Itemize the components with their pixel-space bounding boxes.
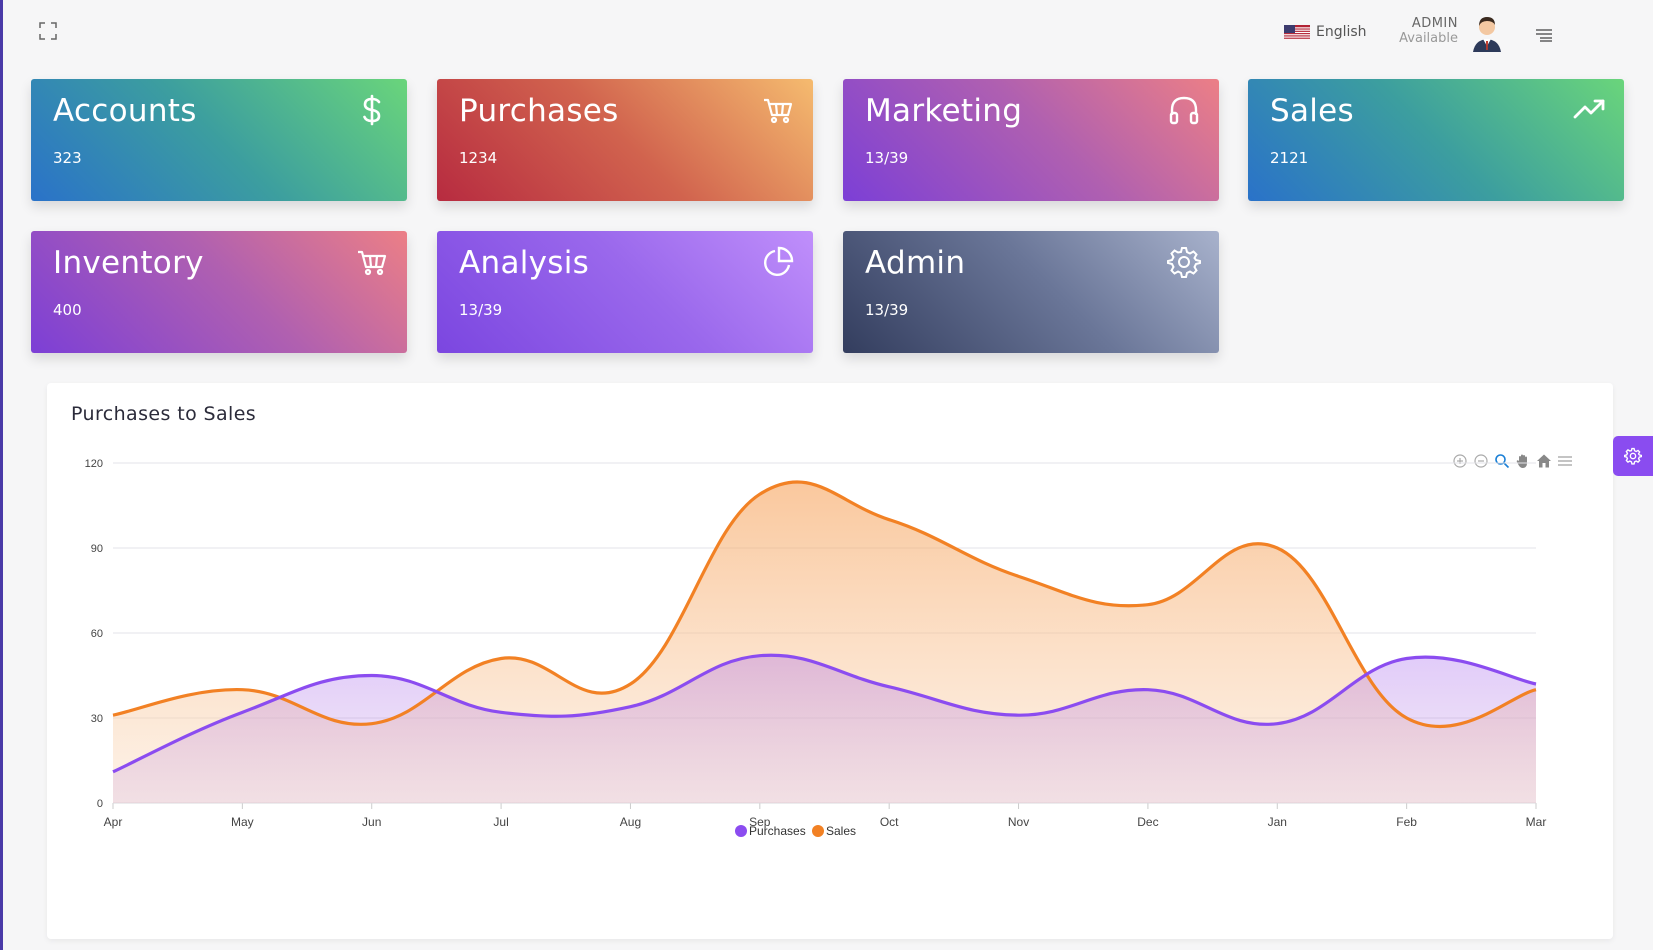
card-admin[interactable]: Admin 13/39	[843, 231, 1219, 353]
y-tick-label: 0	[97, 798, 103, 810]
fullscreen-icon[interactable]	[39, 22, 57, 40]
card-value: 2121	[1270, 149, 1309, 167]
card-title: Marketing	[865, 93, 1023, 129]
x-tick-label: Aug	[620, 815, 641, 829]
card-inventory[interactable]: Inventory 400	[31, 231, 407, 353]
y-tick-label: 60	[91, 628, 103, 640]
y-tick-label: 120	[85, 458, 103, 470]
x-tick-label: Nov	[1008, 815, 1029, 829]
pie-chart-icon	[764, 246, 794, 276]
card-title: Sales	[1270, 93, 1355, 129]
legend-marker-sales[interactable]	[812, 825, 824, 837]
cart-icon	[764, 98, 793, 124]
settings-button[interactable]	[1613, 436, 1653, 476]
card-value: 13/39	[459, 301, 503, 319]
x-tick-label: Jan	[1268, 815, 1287, 829]
card-title: Inventory	[53, 245, 204, 281]
x-tick-label: Dec	[1137, 815, 1158, 829]
card-value: 323	[53, 149, 82, 167]
x-tick-label: Feb	[1396, 815, 1417, 829]
x-tick-label: Jul	[493, 815, 508, 829]
card-marketing[interactable]: Marketing 13/39	[843, 79, 1219, 201]
card-purchases[interactable]: Purchases 1234	[437, 79, 813, 201]
trending-up-icon	[1573, 99, 1605, 119]
legend-label-purchases[interactable]: Purchases	[749, 824, 806, 838]
user-info[interactable]: ADMIN Available	[1398, 16, 1458, 46]
card-title: Analysis	[459, 245, 590, 281]
x-tick-label: Apr	[104, 815, 123, 829]
card-title: Accounts	[53, 93, 197, 129]
x-tick-label: Jun	[362, 815, 381, 829]
card-value: 400	[53, 301, 82, 319]
menu-icon[interactable]	[1535, 28, 1553, 42]
card-sales[interactable]: Sales 2121	[1248, 79, 1624, 201]
headphones-icon	[1169, 96, 1199, 125]
x-tick-label: Oct	[880, 815, 899, 829]
legend-label-sales[interactable]: Sales	[826, 824, 856, 838]
card-value: 13/39	[865, 149, 909, 167]
card-title: Admin	[865, 245, 966, 281]
us-flag-icon	[1284, 24, 1310, 40]
y-tick-label: 90	[91, 543, 103, 555]
x-tick-label: Mar	[1526, 815, 1547, 829]
purchases-sales-chart: 0306090120Apr May Jun Jul Aug Sep Oct Nov Dec Jan…	[85, 458, 1547, 838]
header-toolbar: English ADMIN Available	[1233, 10, 1653, 54]
legend-marker-purchases[interactable]	[735, 825, 747, 837]
chart-panel: Purchases to Sales 0 30 60 90 120 Apr Ma…	[47, 383, 1613, 939]
card-value: 13/39	[865, 301, 909, 319]
card-analysis[interactable]: Analysis 13/39	[437, 231, 813, 353]
y-tick-label: 30	[91, 713, 103, 725]
cart-icon	[358, 250, 387, 276]
gear-icon	[1167, 247, 1201, 278]
card-value: 1234	[459, 149, 498, 167]
user-status: Available	[1399, 31, 1458, 46]
language-selector[interactable]: English	[1284, 24, 1367, 40]
card-title: Purchases	[459, 93, 619, 129]
card-accounts[interactable]: Accounts 323	[31, 79, 407, 201]
user-name: ADMIN	[1411, 16, 1458, 31]
language-label: English	[1316, 24, 1367, 40]
gear-icon	[1624, 447, 1642, 465]
x-tick-label: May	[231, 815, 254, 829]
avatar[interactable]	[1469, 12, 1505, 52]
dollar-icon	[363, 94, 381, 126]
